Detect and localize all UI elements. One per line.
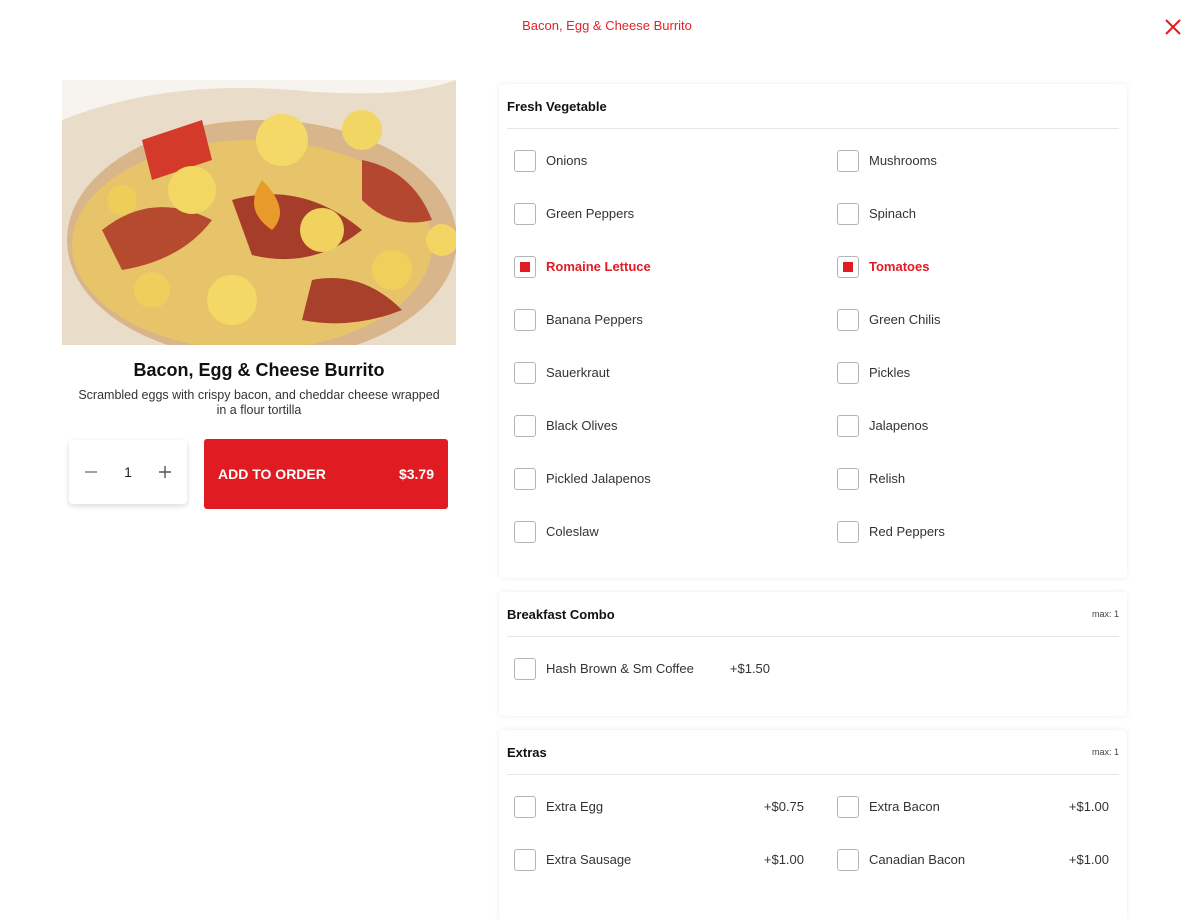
product-image — [62, 80, 456, 345]
checkbox[interactable] — [837, 467, 859, 490]
option-item[interactable]: Extra Bacon +$1.00 — [822, 780, 1127, 833]
checkbox[interactable] — [514, 361, 536, 384]
option-item[interactable]: Onions — [499, 134, 822, 187]
option-label: Canadian Bacon — [869, 852, 966, 867]
option-item[interactable]: Jalapenos — [822, 399, 1127, 452]
option-item[interactable]: Canadian Bacon +$1.00 — [822, 833, 1127, 886]
option-item[interactable]: Red Peppers — [822, 505, 1127, 558]
option-label: Relish — [869, 471, 906, 486]
option-item[interactable]: Hash Brown & Sm Coffee +$1.50 — [499, 642, 822, 695]
option-label: Green Peppers — [546, 206, 635, 221]
plus-icon — [158, 466, 171, 478]
option-price: +$1.00 — [1068, 799, 1109, 814]
option-label: Tomatoes — [869, 259, 930, 274]
decrease-quantity-button[interactable] — [83, 464, 99, 480]
option-label: Coleslaw — [546, 524, 599, 539]
modal-title: Bacon, Egg & Cheese Burrito — [522, 18, 692, 33]
option-item[interactable]: Relish — [822, 452, 1127, 505]
option-item[interactable]: Romaine Lettuce — [499, 240, 822, 293]
option-label: Extra Bacon — [869, 799, 940, 814]
add-to-order-label: ADD TO ORDER — [218, 466, 326, 482]
product-title: Bacon, Egg & Cheese Burrito — [133, 360, 385, 380]
product-description: Scrambled eggs with crispy bacon, and ch… — [78, 388, 440, 417]
checkbox[interactable] — [837, 848, 859, 871]
checkbox[interactable] — [514, 467, 536, 490]
checkbox-checked-indicator — [520, 261, 530, 272]
option-group-header: Fresh Vegetable — [507, 84, 1119, 129]
option-price: +$0.75 — [763, 799, 804, 814]
checkbox[interactable] — [837, 795, 859, 818]
minus-icon — [85, 471, 97, 473]
checkbox[interactable] — [837, 255, 859, 278]
checkbox[interactable] — [514, 520, 536, 543]
checkbox[interactable] — [837, 520, 859, 543]
option-label: Spinach — [869, 206, 916, 221]
option-label: Sauerkraut — [546, 365, 610, 380]
option-label: Hash Brown & Sm Coffee — [546, 661, 694, 676]
option-item[interactable]: Extra Egg +$0.75 — [499, 780, 822, 833]
option-group-header: Extras max: 1 — [507, 730, 1119, 775]
checkbox[interactable] — [514, 848, 536, 871]
option-item[interactable]: Green Chilis — [822, 293, 1127, 346]
option-item[interactable]: Banana Peppers — [499, 293, 822, 346]
option-group-max: max: 1 — [1091, 747, 1119, 757]
option-item[interactable]: Sauerkraut — [499, 346, 822, 399]
close-icon — [1165, 19, 1181, 35]
checkbox[interactable] — [837, 202, 859, 225]
checkbox[interactable] — [837, 414, 859, 437]
option-group-header: Breakfast Combo max: 1 — [507, 592, 1119, 637]
checkbox[interactable] — [514, 308, 536, 331]
option-item[interactable]: Tomatoes — [822, 240, 1127, 293]
quantity-value: 1 — [124, 464, 132, 480]
option-price: +$1.00 — [1068, 852, 1109, 867]
quantity-stepper: 1 — [69, 440, 187, 504]
option-item[interactable]: Pickles — [822, 346, 1127, 399]
checkbox[interactable] — [514, 255, 536, 278]
checkbox[interactable] — [514, 414, 536, 437]
option-group-title: Fresh Vegetable — [507, 98, 607, 114]
option-group-extras: Extras max: 1 Extra Egg +$0.75 Extra Bacon… — [499, 730, 1127, 920]
checkbox[interactable] — [514, 795, 536, 818]
close-button[interactable] — [1162, 16, 1184, 38]
option-price: +$1.50 — [729, 661, 771, 676]
option-label: Pickles — [869, 365, 911, 380]
option-item[interactable]: Extra Sausage +$1.00 — [499, 833, 822, 886]
option-label: Red Peppers — [869, 524, 945, 539]
increase-quantity-button[interactable] — [157, 464, 173, 480]
option-label: Onions — [546, 153, 588, 168]
option-label: Mushrooms — [869, 153, 937, 168]
option-item[interactable]: Green Peppers — [499, 187, 822, 240]
option-group-breakfast-combo: Breakfast Combo max: 1 Hash Brown & Sm C… — [499, 592, 1127, 716]
option-label: Extra Sausage — [546, 852, 632, 867]
option-item[interactable]: Mushrooms — [822, 134, 1127, 187]
option-group-max: max: 1 — [1091, 609, 1119, 619]
add-to-order-button[interactable]: ADD TO ORDER $3.79 — [204, 439, 448, 509]
checkbox[interactable] — [837, 308, 859, 331]
option-item[interactable]: Pickled Jalapenos — [499, 452, 822, 505]
option-label: Black Olives — [546, 418, 618, 433]
option-group-title: Extras — [507, 744, 547, 760]
checkbox-checked-indicator — [843, 261, 853, 272]
option-item[interactable]: Spinach — [822, 187, 1127, 240]
option-group-title: Breakfast Combo — [507, 606, 615, 622]
add-to-order-price: $3.79 — [398, 466, 434, 482]
option-item[interactable]: Coleslaw — [499, 505, 822, 558]
option-label: Jalapenos — [869, 418, 929, 433]
option-label: Green Chilis — [869, 312, 941, 327]
option-item[interactable]: Black Olives — [499, 399, 822, 452]
option-label: Romaine Lettuce — [546, 259, 651, 274]
checkbox[interactable] — [514, 202, 536, 225]
checkbox[interactable] — [837, 149, 859, 172]
option-price: +$1.00 — [763, 852, 804, 867]
option-group-fresh-vegetable: Fresh Vegetable Onions Mushrooms Green Pep… — [499, 84, 1127, 578]
option-label: Pickled Jalapenos — [546, 471, 651, 486]
option-label: Extra Egg — [546, 799, 604, 814]
option-label: Banana Peppers — [546, 312, 643, 327]
checkbox[interactable] — [837, 361, 859, 384]
checkbox[interactable] — [514, 149, 536, 172]
checkbox[interactable] — [514, 657, 536, 680]
